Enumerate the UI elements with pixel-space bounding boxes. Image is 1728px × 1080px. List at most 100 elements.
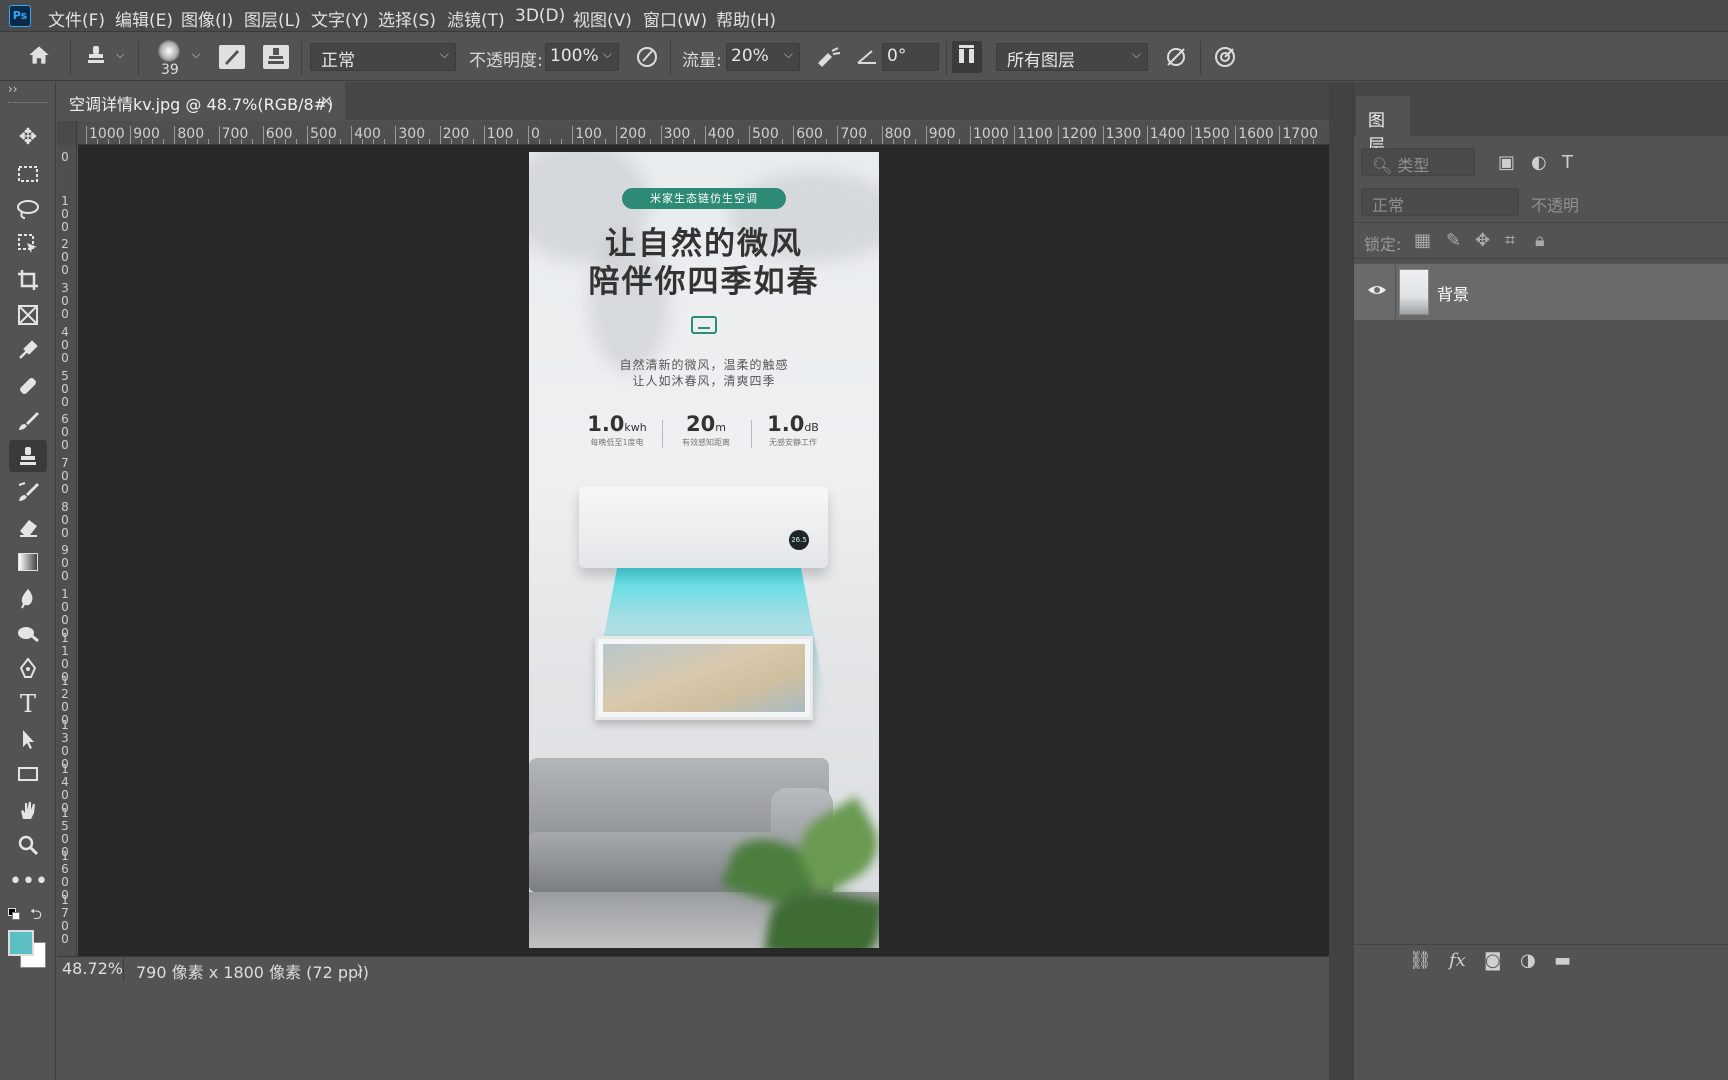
ruler-minor-tick: [295, 139, 297, 144]
tab-layers[interactable]: 图层: [1356, 96, 1410, 156]
lock-position-icon[interactable]: ✥: [1475, 230, 1490, 251]
ruler-minor-tick: [903, 139, 905, 144]
eyedropper-tool-icon[interactable]: [9, 334, 47, 366]
menu-window[interactable]: 窗口(W): [643, 6, 707, 31]
menu-image[interactable]: 图像(I): [181, 6, 233, 31]
healing-brush-tool-icon[interactable]: [9, 370, 47, 402]
layer-style-fx-icon[interactable]: fx: [1449, 950, 1466, 971]
filter-type-layers-icon[interactable]: T: [1562, 152, 1573, 173]
lock-image-pixels-icon[interactable]: ✎: [1446, 230, 1461, 251]
toolbar-grip[interactable]: [8, 102, 48, 104]
flow-value: 20%: [731, 46, 769, 66]
more-tools-icon[interactable]: •••: [9, 866, 48, 898]
pressure-opacity-icon[interactable]: [634, 45, 660, 74]
menu-filter[interactable]: 滤镜(T): [447, 6, 505, 31]
blend-mode-select[interactable]: 正常 ⌵: [310, 43, 456, 71]
ruler-tick: [439, 126, 441, 144]
airbrush-icon[interactable]: [813, 45, 843, 74]
angle-field[interactable]: 0°: [882, 43, 939, 71]
layer-name[interactable]: 背景: [1437, 281, 1469, 305]
pressure-size-icon[interactable]: [1212, 45, 1238, 74]
ruler-minor-tick: [1257, 139, 1259, 144]
ruler-origin[interactable]: [57, 121, 77, 145]
sample-layers-select[interactable]: 所有图层 ⌵: [996, 43, 1148, 71]
menu-type[interactable]: 文字(Y): [311, 6, 369, 31]
swap-colors-icon[interactable]: ⮌: [30, 904, 42, 929]
lock-all-icon[interactable]: 🔒︎: [1535, 230, 1545, 251]
menu-file[interactable]: 文件(F): [48, 6, 105, 31]
crop-tool-icon[interactable]: [9, 264, 47, 296]
layer-row-background[interactable]: 背景: [1354, 264, 1728, 320]
vertical-ruler[interactable]: 0100200300400500600700800900100011001200…: [57, 145, 77, 956]
lasso-tool-icon[interactable]: [9, 193, 47, 225]
foreground-color-swatch[interactable]: [8, 930, 34, 956]
headline-line-2: 陪伴你四季如春: [588, 264, 820, 300]
frame-tool-icon[interactable]: [9, 299, 47, 331]
opacity-field[interactable]: 100% ⌵: [545, 43, 619, 71]
ignore-adjustment-layers-icon[interactable]: [1163, 45, 1189, 74]
menu-3d[interactable]: 3D(D): [515, 6, 565, 26]
brush-preview-icon[interactable]: [158, 40, 180, 62]
clone-stamp-preset-icon[interactable]: [82, 43, 110, 72]
menu-layer[interactable]: 图层(L): [244, 6, 301, 31]
menu-select[interactable]: 选择(S): [378, 6, 436, 31]
path-selection-tool-icon[interactable]: [9, 723, 47, 755]
close-tab-icon[interactable]: ×: [320, 91, 333, 110]
add-mask-icon[interactable]: ◙: [1484, 950, 1501, 971]
ruler-minor-tick: [251, 139, 253, 144]
history-brush-tool-icon[interactable]: [9, 476, 47, 508]
hand-tool-icon[interactable]: [9, 794, 47, 826]
move-tool-icon[interactable]: ✥: [9, 122, 47, 154]
eraser-tool-icon[interactable]: [9, 511, 47, 543]
brush-picker-chevron-icon[interactable]: ⌵: [192, 48, 200, 62]
gradient-tool-icon[interactable]: [9, 546, 47, 578]
clone-stamp-tool-icon[interactable]: [9, 440, 47, 472]
menu-edit[interactable]: 编辑(E): [115, 6, 173, 31]
marquee-tool-icon[interactable]: [9, 158, 47, 190]
object-selection-tool-icon[interactable]: [9, 228, 47, 260]
layer-blend-mode-select[interactable]: 正常: [1361, 188, 1519, 216]
status-menu-arrow-icon[interactable]: 〉: [357, 960, 370, 979]
brush-tool-icon[interactable]: [9, 405, 47, 437]
clone-source-icon[interactable]: [263, 45, 289, 69]
photoshop-logo[interactable]: Ps: [9, 5, 31, 27]
ruler-label: 700: [61, 455, 69, 496]
home-icon[interactable]: [24, 42, 54, 73]
zoom-level[interactable]: 48.72%: [62, 959, 123, 978]
chevron-down-icon[interactable]: ⌵: [116, 48, 124, 62]
chevron-down-icon: ⌵: [602, 47, 612, 61]
document-tab[interactable]: 空调详情kv.jpg @ 48.7%(RGB/8#) ×: [57, 82, 345, 120]
new-group-icon[interactable]: ▬: [1554, 950, 1571, 971]
lock-transparent-pixels-icon[interactable]: ▦: [1414, 230, 1431, 251]
rectangle-tool-icon[interactable]: [9, 758, 47, 790]
filter-pixel-layers-icon[interactable]: ▣: [1498, 152, 1515, 173]
ac-display: 26.5: [789, 530, 809, 550]
dodge-tool-icon[interactable]: [9, 617, 47, 649]
menu-help[interactable]: 帮助(H): [716, 6, 776, 31]
ruler-label: 500: [61, 368, 69, 409]
default-colors-icon[interactable]: [8, 908, 20, 920]
collapse-toolbar-icon[interactable]: ››: [8, 82, 18, 96]
ruler-label: 500: [752, 126, 779, 142]
filter-adjustment-layers-icon[interactable]: ◐: [1531, 152, 1547, 173]
blur-tool-icon[interactable]: [9, 582, 47, 614]
adjustment-layer-icon[interactable]: ◑: [1520, 950, 1536, 971]
document-canvas[interactable]: 米家生态链仿生空调 让自然的微风 陪伴你四季如春 自然清新的微风，温柔的触感 让…: [529, 152, 879, 948]
type-tool-icon[interactable]: T: [9, 688, 47, 720]
ruler-minor-tick: [981, 139, 983, 144]
menu-view[interactable]: 视图(V): [573, 6, 632, 31]
aligned-sample-icon[interactable]: [952, 41, 982, 73]
horizontal-ruler[interactable]: 1000 900 800 700 600 500 400 300 200 100 0 100 200 30…: [57, 121, 1329, 145]
brush-settings-icon[interactable]: [219, 45, 245, 69]
layer-filter-select[interactable]: 🔍︎ 类型: [1361, 148, 1475, 176]
ruler-minor-tick: [848, 139, 850, 144]
link-layers-icon[interactable]: ⛓︎: [1409, 950, 1432, 971]
search-icon: 🔍︎: [1372, 156, 1393, 175]
flow-field[interactable]: 20% ⌵: [726, 43, 800, 71]
eye-visibility-icon[interactable]: [1367, 282, 1387, 302]
pen-tool-icon[interactable]: [9, 652, 47, 684]
document-info[interactable]: 790 像素 x 1800 像素 (72 ppi): [136, 959, 369, 983]
zoom-tool-icon[interactable]: [9, 829, 47, 861]
layer-thumbnail[interactable]: [1399, 269, 1429, 315]
lock-artboard-icon[interactable]: ⌗: [1505, 230, 1515, 251]
